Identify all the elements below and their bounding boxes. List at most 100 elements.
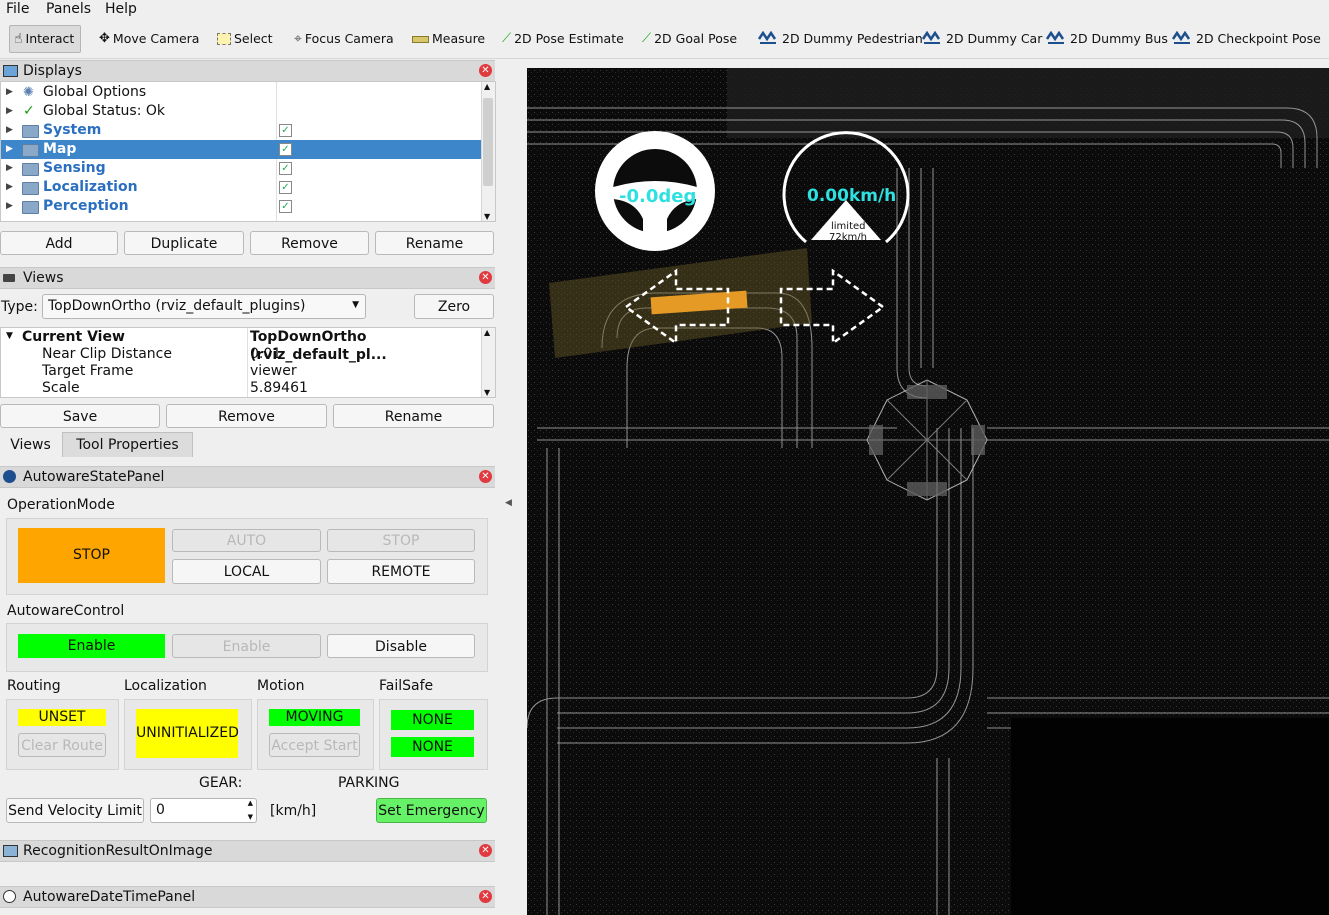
tool-focus-camera[interactable]: ⌖ Focus Camera [294,26,394,52]
select-rectangle-icon [217,33,231,45]
clear-route-button[interactable]: Clear Route [18,733,106,757]
menu-help[interactable]: Help [105,0,137,19]
tool-measure[interactable]: Measure [412,26,485,52]
tool-label: 2D Pose Estimate [514,31,624,46]
autoware-logo-icon [1045,29,1067,49]
rename-view-button[interactable]: Rename [333,404,494,428]
tool-2d-checkpoint-pose[interactable]: 2D Checkpoint Pose [1171,26,1321,52]
disable-button[interactable]: Disable [327,634,475,658]
collapse-panel-arrow-icon[interactable]: ◀ [505,498,512,508]
tool-select[interactable]: Select [217,26,273,52]
operation-mode-state: STOP [18,528,165,583]
tool-interact[interactable]: ☝ Interact [9,25,82,53]
speed-limit-value: 72km/h [829,232,867,243]
views-scrollbar[interactable]: ▲ ▼ [481,328,495,397]
rename-display-button[interactable]: Rename [375,231,494,255]
close-icon[interactable]: ✕ [479,890,492,903]
expand-arrow-icon[interactable]: ▶ [6,121,13,140]
state-panel-title: AutowareStatePanel [23,469,165,485]
checkbox-sensing[interactable]: ✓ [279,162,292,175]
collapse-arrow-icon[interactable]: ▼ [6,331,13,341]
views-title: Views [23,270,64,286]
send-velocity-limit-button[interactable]: Send Velocity Limit [6,798,144,823]
close-icon[interactable]: ✕ [479,64,492,77]
tool-label: 2D Goal Pose [654,31,738,46]
displays-scrollbar[interactable]: ▲ ▼ [481,82,495,221]
display-item-label: System [43,122,102,138]
hand-cursor-icon: ☝ [14,31,23,47]
tool-2d-dummy-bus[interactable]: 2D Dummy Bus [1045,26,1168,52]
autoware-control-label: AutowareControl [7,603,125,619]
failsafe-state: NONE [391,737,474,757]
remove-display-button[interactable]: Remove [250,231,369,255]
accept-start-button[interactable]: Accept Start [269,733,360,757]
display-item-localization[interactable]: ▶ Localization ✓ [1,178,481,197]
stop-button[interactable]: STOP [327,529,475,552]
camera-icon [3,274,15,282]
property-value[interactable]: 5.89461 [250,380,308,397]
view-type-dropdown[interactable]: TopDownOrtho (rviz_default_plugins) ▼ [42,294,366,319]
expand-arrow-icon[interactable]: ▶ [6,159,13,178]
property-value[interactable]: 0.01 [250,346,281,363]
remote-button[interactable]: REMOTE [327,559,475,584]
zero-button[interactable]: Zero [414,294,494,319]
expand-arrow-icon[interactable]: ▶ [6,178,13,197]
expand-arrow-icon[interactable]: ▶ [6,102,13,121]
expand-arrow-icon[interactable]: ▶ [6,140,13,159]
check-icon: ✓ [23,103,35,119]
tab-tool-properties[interactable]: Tool Properties [62,432,193,457]
localization-state: UNINITIALIZED [136,709,239,758]
display-item-sensing[interactable]: ▶ Sensing ✓ [1,159,481,178]
display-item-label: Sensing [43,160,106,176]
render-viewport[interactable]: -0.0deg 0.00km/h limited 72km/h [527,68,1329,915]
tool-2d-goal-pose[interactable]: ⟋ 2D Goal Pose [642,26,737,52]
save-view-button[interactable]: Save [0,404,160,428]
tool-label: 2D Dummy Bus [1070,31,1168,46]
folder-icon [22,201,39,214]
checkbox-perception[interactable]: ✓ [279,200,292,213]
chevron-up-icon[interactable]: ▲ [248,799,253,807]
tool-2d-dummy-car[interactable]: 2D Dummy Car [921,26,1042,52]
routing-state: UNSET [18,709,106,726]
add-display-button[interactable]: Add [0,231,118,255]
close-icon[interactable]: ✕ [479,844,492,857]
close-icon[interactable]: ✕ [479,470,492,483]
folder-icon [22,163,39,176]
checkbox-system[interactable]: ✓ [279,124,292,137]
checkbox-localization[interactable]: ✓ [279,181,292,194]
enable-button[interactable]: Enable [172,634,321,658]
property-name: Near Clip Distance [42,346,172,362]
velocity-limit-spinbox[interactable]: 0 ▲ ▼ [150,798,257,823]
recognition-panel-title: RecognitionResultOnImage [23,843,213,859]
menu-panels[interactable]: Panels [46,0,91,19]
local-button[interactable]: LOCAL [172,559,321,584]
property-value[interactable]: viewer [250,363,297,380]
set-emergency-button[interactable]: Set Emergency [376,798,487,823]
expand-arrow-icon[interactable]: ▶ [6,83,13,102]
tool-move-camera[interactable]: ✥ Move Camera [99,26,199,52]
expand-arrow-icon[interactable]: ▶ [6,197,13,216]
tool-2d-pose-estimate[interactable]: ⟋ 2D Pose Estimate [502,26,624,52]
menu-file[interactable]: File [6,0,29,19]
tool-2d-dummy-pedestrian[interactable]: 2D Dummy Pedestrian [757,26,923,52]
close-icon[interactable]: ✕ [479,271,492,284]
display-item-label: Global Status: Ok [43,103,166,119]
routing-label: Routing [7,678,61,694]
speed-text: 0.00km/h [807,186,897,206]
recognition-panel-header: RecognitionResultOnImage ✕ [0,840,495,862]
display-item-perception[interactable]: ▶ Perception ✓ [1,197,481,216]
display-item-map[interactable]: ▶ Map ✓ [1,140,481,159]
chevron-down-icon[interactable]: ▼ [248,813,253,821]
checkbox-map[interactable]: ✓ [279,143,292,156]
display-item-global-options[interactable]: ▶ ✺ Global Options [1,83,481,102]
remove-view-button[interactable]: Remove [166,404,327,428]
tab-views[interactable]: Views [0,433,61,457]
display-item-system[interactable]: ▶ System ✓ [1,121,481,140]
auto-button[interactable]: AUTO [172,529,321,552]
gear-icon: ✺ [23,85,34,100]
duplicate-display-button[interactable]: Duplicate [124,231,244,255]
display-item-global-status[interactable]: ▶ ✓ Global Status: Ok [1,102,481,121]
tool-label: Interact [25,31,75,46]
autoware-logo-icon [921,29,943,49]
green-arrow-icon: ⟋ [502,31,512,46]
